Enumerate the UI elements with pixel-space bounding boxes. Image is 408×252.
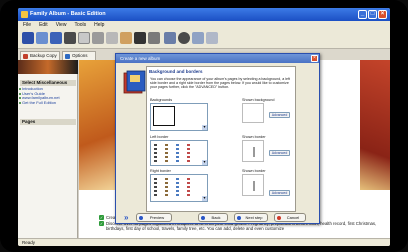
check-icon: ✓ [99, 221, 104, 226]
background-preview [242, 103, 264, 123]
left-border-preview [242, 140, 264, 162]
menu-file[interactable]: File [23, 21, 31, 29]
back-button[interactable]: Back [198, 213, 228, 222]
advanced-right-border-button[interactable]: Advanced [269, 190, 290, 196]
status-text: Ready [22, 240, 36, 245]
right-border-label: Right border [150, 169, 171, 173]
border-swatch[interactable] [154, 178, 157, 198]
window-title: Family Album - Basic Edition [30, 11, 106, 17]
open-album-icon[interactable] [36, 32, 48, 44]
shown-background-label: Shown background [242, 98, 275, 102]
save-icon[interactable] [78, 32, 90, 44]
advanced-left-border-button[interactable]: Advanced [269, 150, 290, 156]
advanced-background-button[interactable]: Advanced [269, 112, 290, 118]
menu-bar: File Edit View Tools Help [18, 21, 390, 29]
left-border-label: Left border [150, 135, 169, 139]
shown-right-border-label: Shown border [242, 169, 266, 173]
menu-tools[interactable]: Tools [74, 21, 86, 29]
border-preview-line [253, 147, 255, 157]
background-swatch[interactable] [153, 106, 175, 126]
sidebar-item-full-edition[interactable]: Get the Full Edition [18, 100, 56, 106]
next-step-button[interactable]: Next step [234, 213, 268, 222]
dialog-description: You can choose the appearance of your al… [150, 77, 291, 89]
sidebar-photo [18, 60, 78, 74]
page-icon[interactable] [64, 32, 76, 44]
border-swatch[interactable] [187, 178, 190, 198]
sidebar-section-pages: Pages [20, 119, 76, 125]
border-swatch[interactable] [165, 144, 168, 162]
border-swatch[interactable] [176, 178, 179, 198]
new-album-dialog: Create a new album × Background and bord… [115, 53, 320, 224]
app-icon [21, 11, 28, 18]
dialog-header: Background and borders [149, 69, 203, 74]
background-selector[interactable]: ▼ [150, 103, 208, 131]
shown-left-border-label: Shown border [242, 135, 266, 139]
export-icon[interactable] [206, 32, 218, 44]
backgrounds-label: Backgrounds [150, 98, 173, 102]
dialog-close-button[interactable]: × [311, 55, 318, 62]
right-border-selector[interactable]: ▼ [150, 174, 208, 202]
preview-button[interactable]: Preview [136, 213, 172, 222]
left-border-selector[interactable]: ▼ [150, 140, 208, 166]
edit-icon[interactable] [50, 32, 62, 44]
search-icon[interactable] [192, 32, 204, 44]
delete-icon[interactable] [106, 32, 118, 44]
cancel-button[interactable]: Cancel [274, 213, 306, 222]
camera-icon[interactable] [134, 32, 146, 44]
photo-icon[interactable] [120, 32, 132, 44]
decorative-image-left [79, 60, 119, 190]
minimize-button[interactable]: _ [358, 10, 367, 19]
next-arrow-icon [237, 216, 241, 220]
menu-help[interactable]: Help [94, 21, 104, 29]
maximize-button[interactable]: □ [368, 10, 377, 19]
toolbar [18, 29, 390, 49]
dropdown-arrow-icon[interactable]: ▼ [202, 125, 207, 130]
border-swatch[interactable] [176, 144, 179, 162]
dropdown-arrow-icon[interactable]: ▼ [202, 196, 207, 201]
preview-icon [139, 216, 143, 220]
backup-icon [23, 54, 28, 59]
dropdown-arrow-icon[interactable]: ▼ [202, 160, 207, 165]
close-button[interactable]: × [378, 10, 387, 19]
print-icon[interactable] [164, 32, 176, 44]
cancel-icon [277, 216, 281, 220]
options-icon [65, 54, 70, 59]
dialog-title: Create a new album [116, 54, 319, 63]
help-icon[interactable] [178, 32, 190, 44]
border-swatch[interactable] [187, 144, 190, 162]
right-border-preview [242, 174, 264, 196]
dialog-panel: Background and borders You can choose th… [146, 66, 296, 212]
double-arrow-icon: » [124, 213, 129, 222]
border-swatch[interactable] [165, 178, 168, 198]
settings-icon[interactable] [148, 32, 160, 44]
border-swatch[interactable] [154, 144, 157, 162]
text-icon[interactable] [92, 32, 104, 44]
check-icon: ✓ [99, 215, 104, 220]
tab-options[interactable]: Options [62, 51, 96, 60]
decorative-image-right [360, 60, 390, 190]
menu-view[interactable]: View [56, 21, 67, 29]
back-arrow-icon [201, 216, 205, 220]
window-titlebar: Family Album - Basic Edition _ □ × [18, 8, 390, 21]
window-controls: _ □ × [358, 10, 387, 19]
status-bar: Ready [18, 238, 390, 246]
tab-backup-copy[interactable]: Backup Copy [20, 51, 60, 60]
menu-edit[interactable]: Edit [39, 21, 48, 29]
dialog-footer: » Preview Back Next step Cancel [124, 213, 314, 222]
new-album-icon[interactable] [22, 32, 34, 44]
app-window: Family Album - Basic Edition _ □ × File … [18, 8, 390, 246]
sidebar: Select Miscellaneous Introduction User's… [18, 60, 78, 238]
border-preview-line [253, 181, 255, 191]
